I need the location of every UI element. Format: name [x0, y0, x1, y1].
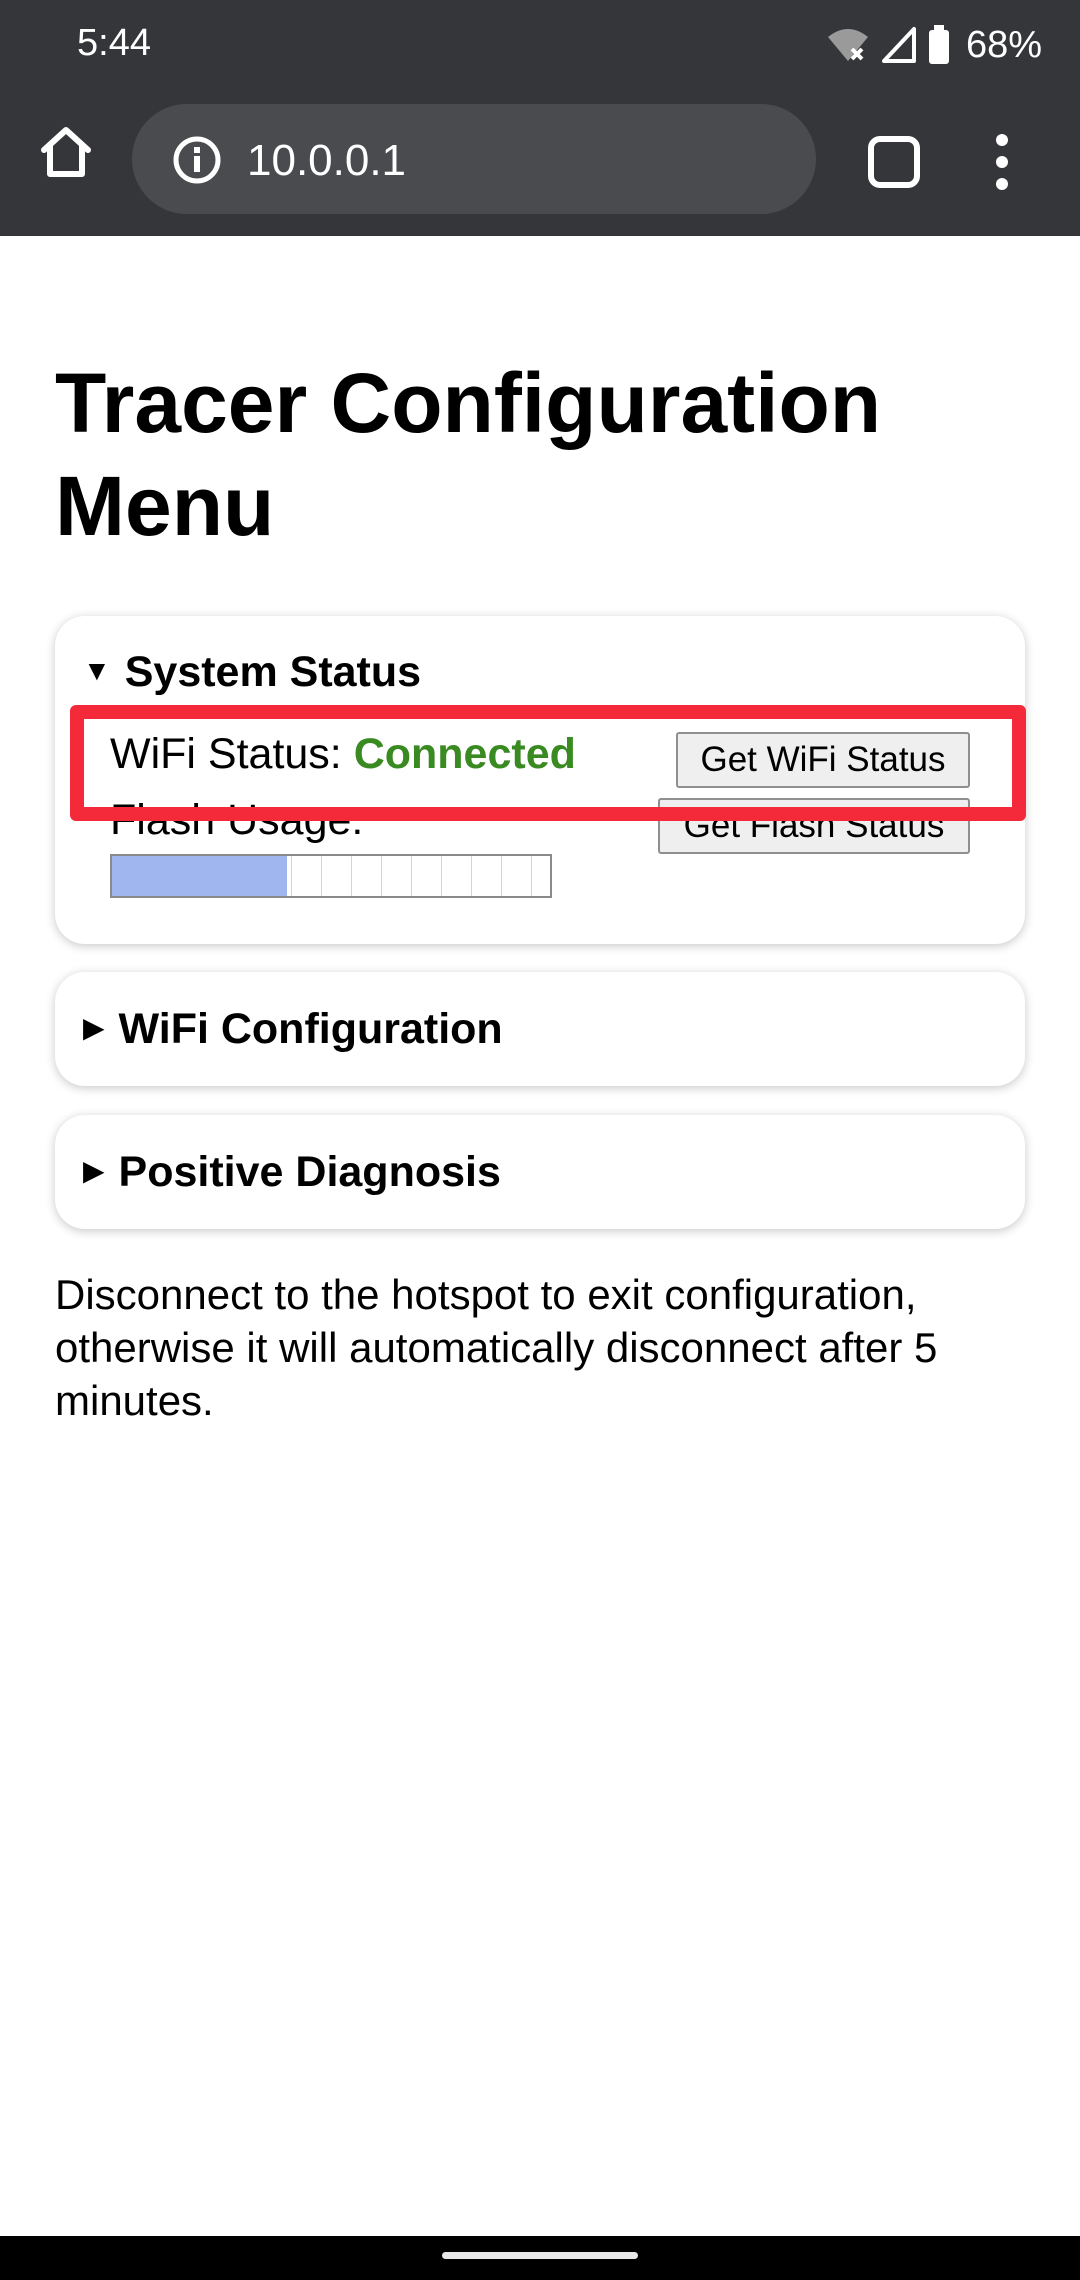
- wifi-configuration-toggle[interactable]: ▶ WiFi Configuration: [83, 1005, 503, 1054]
- overflow-menu-icon[interactable]: [987, 130, 1017, 194]
- caret-right-icon: ▶: [83, 1155, 105, 1187]
- gesture-handle[interactable]: [442, 2252, 638, 2259]
- navigation-bar: [0, 2236, 1080, 2280]
- wifi-status-value: Connected: [353, 730, 576, 778]
- caret-right-icon: ▶: [83, 1012, 105, 1044]
- url-text[interactable]: 10.0.0.1: [247, 136, 406, 186]
- flash-usage-progress: [110, 854, 552, 898]
- positive-diagnosis-toggle[interactable]: ▶ Positive Diagnosis: [83, 1148, 501, 1197]
- positive-diagnosis-label: Positive Diagnosis: [118, 1148, 501, 1196]
- get-flash-status-button[interactable]: Get Flash Status: [658, 798, 970, 854]
- footer-note: Disconnect to the hotspot to exit config…: [55, 1271, 938, 1424]
- wifi-status-label: WiFi Status:: [110, 730, 354, 778]
- system-status-label: System Status: [124, 648, 422, 696]
- page-title: Tracer Configuration Menu: [55, 356, 882, 553]
- get-wifi-status-button[interactable]: Get WiFi Status: [676, 732, 970, 788]
- address-bar[interactable]: 10.0.0.1: [132, 104, 816, 214]
- battery-percentage: 68%: [965, 23, 1042, 66]
- system-status-card: ▼ System Status WiFi Status: Connected Ge…: [55, 616, 1025, 944]
- wifi-configuration-label: WiFi Configuration: [118, 1005, 503, 1053]
- status-time: 5:44: [77, 22, 151, 64]
- status-bar: 5:44 68%: [0, 0, 1080, 90]
- flash-usage-progress-fill: [112, 856, 288, 896]
- status-icons: 68%: [826, 20, 1042, 70]
- positive-diagnosis-card: ▶ Positive Diagnosis: [55, 1115, 1025, 1229]
- caret-down-icon: ▼: [83, 654, 111, 686]
- flash-usage-label: Flash Usage:: [110, 796, 364, 844]
- battery-icon: [928, 25, 950, 65]
- system-status-toggle[interactable]: ▼ System Status: [83, 648, 421, 697]
- wifi-configuration-card: ▶ WiFi Configuration: [55, 972, 1025, 1086]
- cell-signal-icon: [880, 25, 918, 65]
- wifi-status-row: WiFi Status: Connected: [110, 730, 576, 779]
- browser-toolbar: 10.0.0.1: [0, 90, 1080, 236]
- info-icon[interactable]: [172, 135, 222, 185]
- tabs-icon[interactable]: [866, 134, 922, 190]
- home-icon[interactable]: [34, 120, 98, 184]
- wifi-no-internet-icon: [826, 25, 870, 65]
